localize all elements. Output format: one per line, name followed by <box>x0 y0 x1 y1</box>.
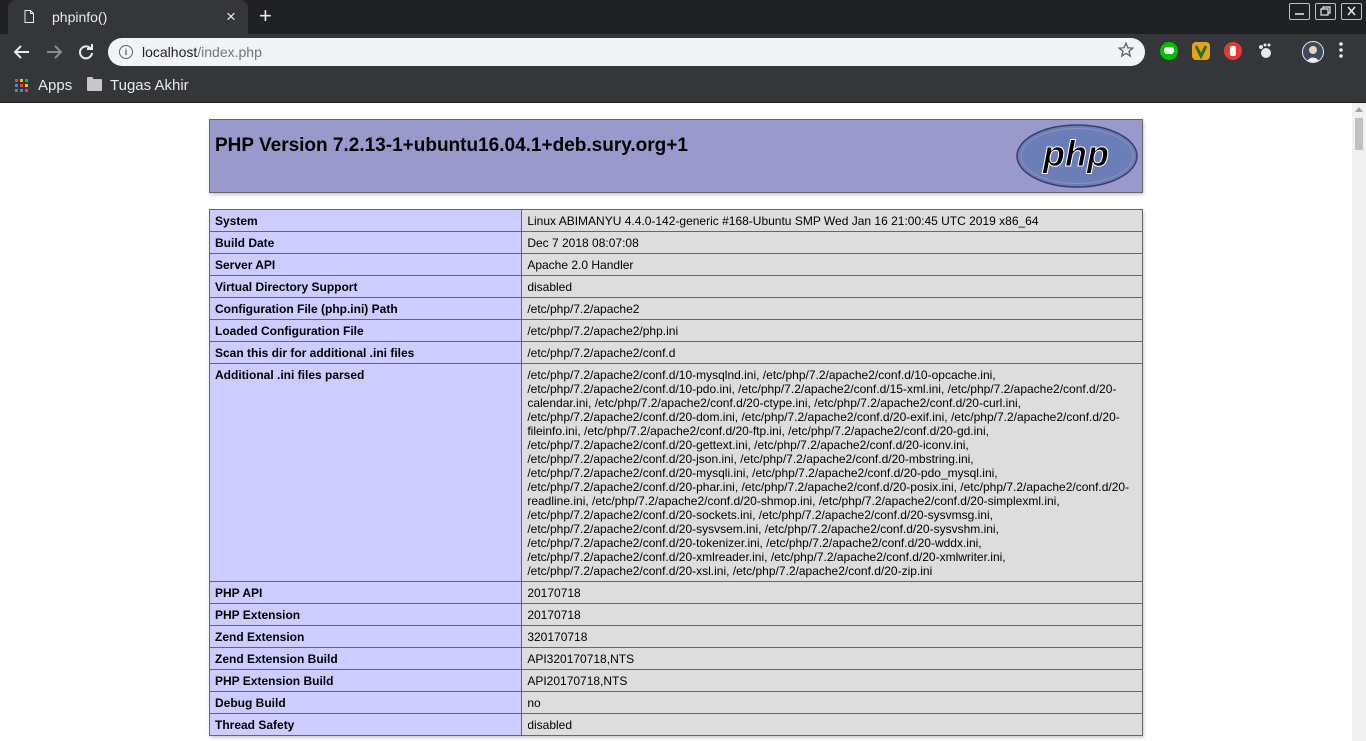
row-key: Build Date <box>208 231 523 254</box>
avatar-icon <box>1303 42 1323 62</box>
table-row: Additional .ini files parsed/etc/php/7.2… <box>208 363 1143 582</box>
row-key: PHP API <box>208 581 523 604</box>
url-text[interactable]: localhost/index.php <box>142 44 262 60</box>
phpinfo-table: System Linux ABIMANYU 4.4.0-142-generic #… <box>208 209 1143 736</box>
row-key: Zend Extension Build <box>208 647 523 670</box>
row-key: Configuration File (php.ini) Path <box>208 297 523 320</box>
url-host: localhost <box>142 44 198 60</box>
row-value: disabled <box>521 713 1143 736</box>
table-row: PHP API 20170718 <box>208 581 1143 604</box>
row-key: System <box>208 209 523 232</box>
close-icon <box>1347 6 1356 16</box>
row-value: Dec 7 2018 08:07:08 <box>521 231 1143 254</box>
table-row: PHP Extension 20170718 <box>208 603 1143 626</box>
browser-titlebar: phpinfo() × + <box>0 0 1366 34</box>
row-value: no <box>521 691 1143 714</box>
row-value: 20170718 <box>521 581 1143 604</box>
row-key: Scan this dir for additional .ini files <box>208 341 523 364</box>
table-row: Scan this dir for additional .ini files /… <box>208 341 1143 364</box>
row-value: API320170718,NTS <box>521 647 1143 670</box>
vertical-scrollbar[interactable] <box>1352 103 1366 741</box>
restore-button[interactable] <box>1315 3 1336 20</box>
minimize-button[interactable] <box>1289 3 1310 20</box>
reload-button[interactable] <box>72 38 100 66</box>
table-row: Configuration File (php.ini) Path/etc/ph… <box>208 297 1143 320</box>
row-key: Server API <box>208 253 523 276</box>
page-title: PHP Version 7.2.13-1+ubuntu16.04.1+deb.s… <box>215 135 688 156</box>
table-row: System Linux ABIMANYU 4.4.0-142-generic #… <box>208 209 1143 232</box>
bookmark-tugas-akhir-label: Tugas Akhir <box>110 77 189 94</box>
restore-icon <box>1320 6 1331 16</box>
bookmarks-bar: Apps Tugas Akhir <box>0 70 1366 103</box>
tab-title: phpinfo() <box>52 9 108 25</box>
url-path: /index.php <box>197 44 262 60</box>
row-value: /etc/php/7.2/apache2/conf.d <box>521 341 1143 364</box>
row-key: PHP Extension <box>208 603 523 626</box>
scrollbar-thumb[interactable] <box>1355 118 1363 150</box>
minimize-icon <box>1295 13 1304 15</box>
row-value: disabled <box>521 275 1143 298</box>
php-logo-text: php <box>1042 133 1109 174</box>
row-key: Thread Safety <box>208 713 523 736</box>
row-key: Loaded Configuration File <box>208 319 523 342</box>
bookmark-apps-label: Apps <box>38 77 73 94</box>
page-icon <box>24 10 34 23</box>
profile-avatar[interactable] <box>1302 41 1324 63</box>
row-value: Apache 2.0 Handler <box>521 253 1143 276</box>
browser-tab[interactable]: phpinfo() × <box>8 0 248 34</box>
table-row: Build Date Dec 7 2018 08:07:08 <box>208 231 1143 254</box>
close-window-button[interactable] <box>1341 3 1362 20</box>
php-version-header: PHP Version 7.2.13-1+ubuntu16.04.1+deb.s… <box>209 119 1143 193</box>
stop-hand-extension-icon[interactable] <box>1224 42 1242 60</box>
row-key: Zend Extension <box>208 625 523 648</box>
forward-button[interactable] <box>40 38 68 66</box>
table-row: Zend Extension 320170718 <box>208 625 1143 648</box>
scroll-up-arrow-icon[interactable] <box>1355 107 1363 112</box>
address-bar[interactable]: i localhost/index.php <box>108 38 1145 66</box>
row-key: PHP Extension Build <box>208 669 523 692</box>
row-value: 20170718 <box>521 603 1143 626</box>
apps-grid-icon <box>15 79 28 92</box>
vimium-extension-icon[interactable] <box>1192 42 1210 60</box>
php-logo[interactable]: php <box>1016 124 1138 188</box>
row-key: Debug Build <box>208 691 523 714</box>
back-button[interactable] <box>8 38 36 66</box>
reload-icon <box>79 44 93 60</box>
table-row: Virtual Directory Support disabled <box>208 275 1143 298</box>
browser-toolbar: i localhost/index.php <box>0 34 1366 70</box>
table-row: Debug Build no <box>208 691 1143 714</box>
row-key: Additional .ini files parsed <box>208 363 523 582</box>
menu-button[interactable] <box>1338 40 1344 64</box>
close-tab-icon[interactable]: × <box>226 7 236 27</box>
info-icon[interactable]: i <box>119 45 133 59</box>
row-value: API20170718,NTS <box>521 669 1143 692</box>
more-vert-icon <box>1339 42 1343 58</box>
arrow-right-icon <box>47 45 63 59</box>
page-content: PHP Version 7.2.13-1+ubuntu16.04.1+deb.s… <box>0 103 1352 741</box>
line-extension-icon[interactable] <box>1160 42 1178 60</box>
table-row: PHP Extension Build API20170718,NTS <box>208 669 1143 692</box>
folder-icon <box>87 77 102 91</box>
table-row: Zend Extension Build API320170718,NTS <box>208 647 1143 670</box>
row-key: Virtual Directory Support <box>208 275 523 298</box>
row-value: 320170718 <box>521 625 1143 648</box>
table-row: Thread Safety disabled <box>208 713 1143 736</box>
table-row: Loaded Configuration File/etc/php/7.2/ap… <box>208 319 1143 342</box>
row-value: /etc/php/7.2/apache2/php.ini <box>521 319 1143 342</box>
table-row: Server API Apache 2.0 Handler <box>208 253 1143 276</box>
bookmark-star-icon[interactable] <box>1117 41 1135 59</box>
arrow-left-icon <box>13 45 29 59</box>
new-tab-button[interactable]: + <box>259 5 272 27</box>
row-value: Linux ABIMANYU 4.4.0-142-generic #168-Ub… <box>521 209 1143 232</box>
gnome-extension-icon[interactable] <box>1256 42 1274 60</box>
row-value: /etc/php/7.2/apache2 <box>521 297 1143 320</box>
row-value: /etc/php/7.2/apache2/conf.d/10-mysqlnd.i… <box>521 363 1143 582</box>
